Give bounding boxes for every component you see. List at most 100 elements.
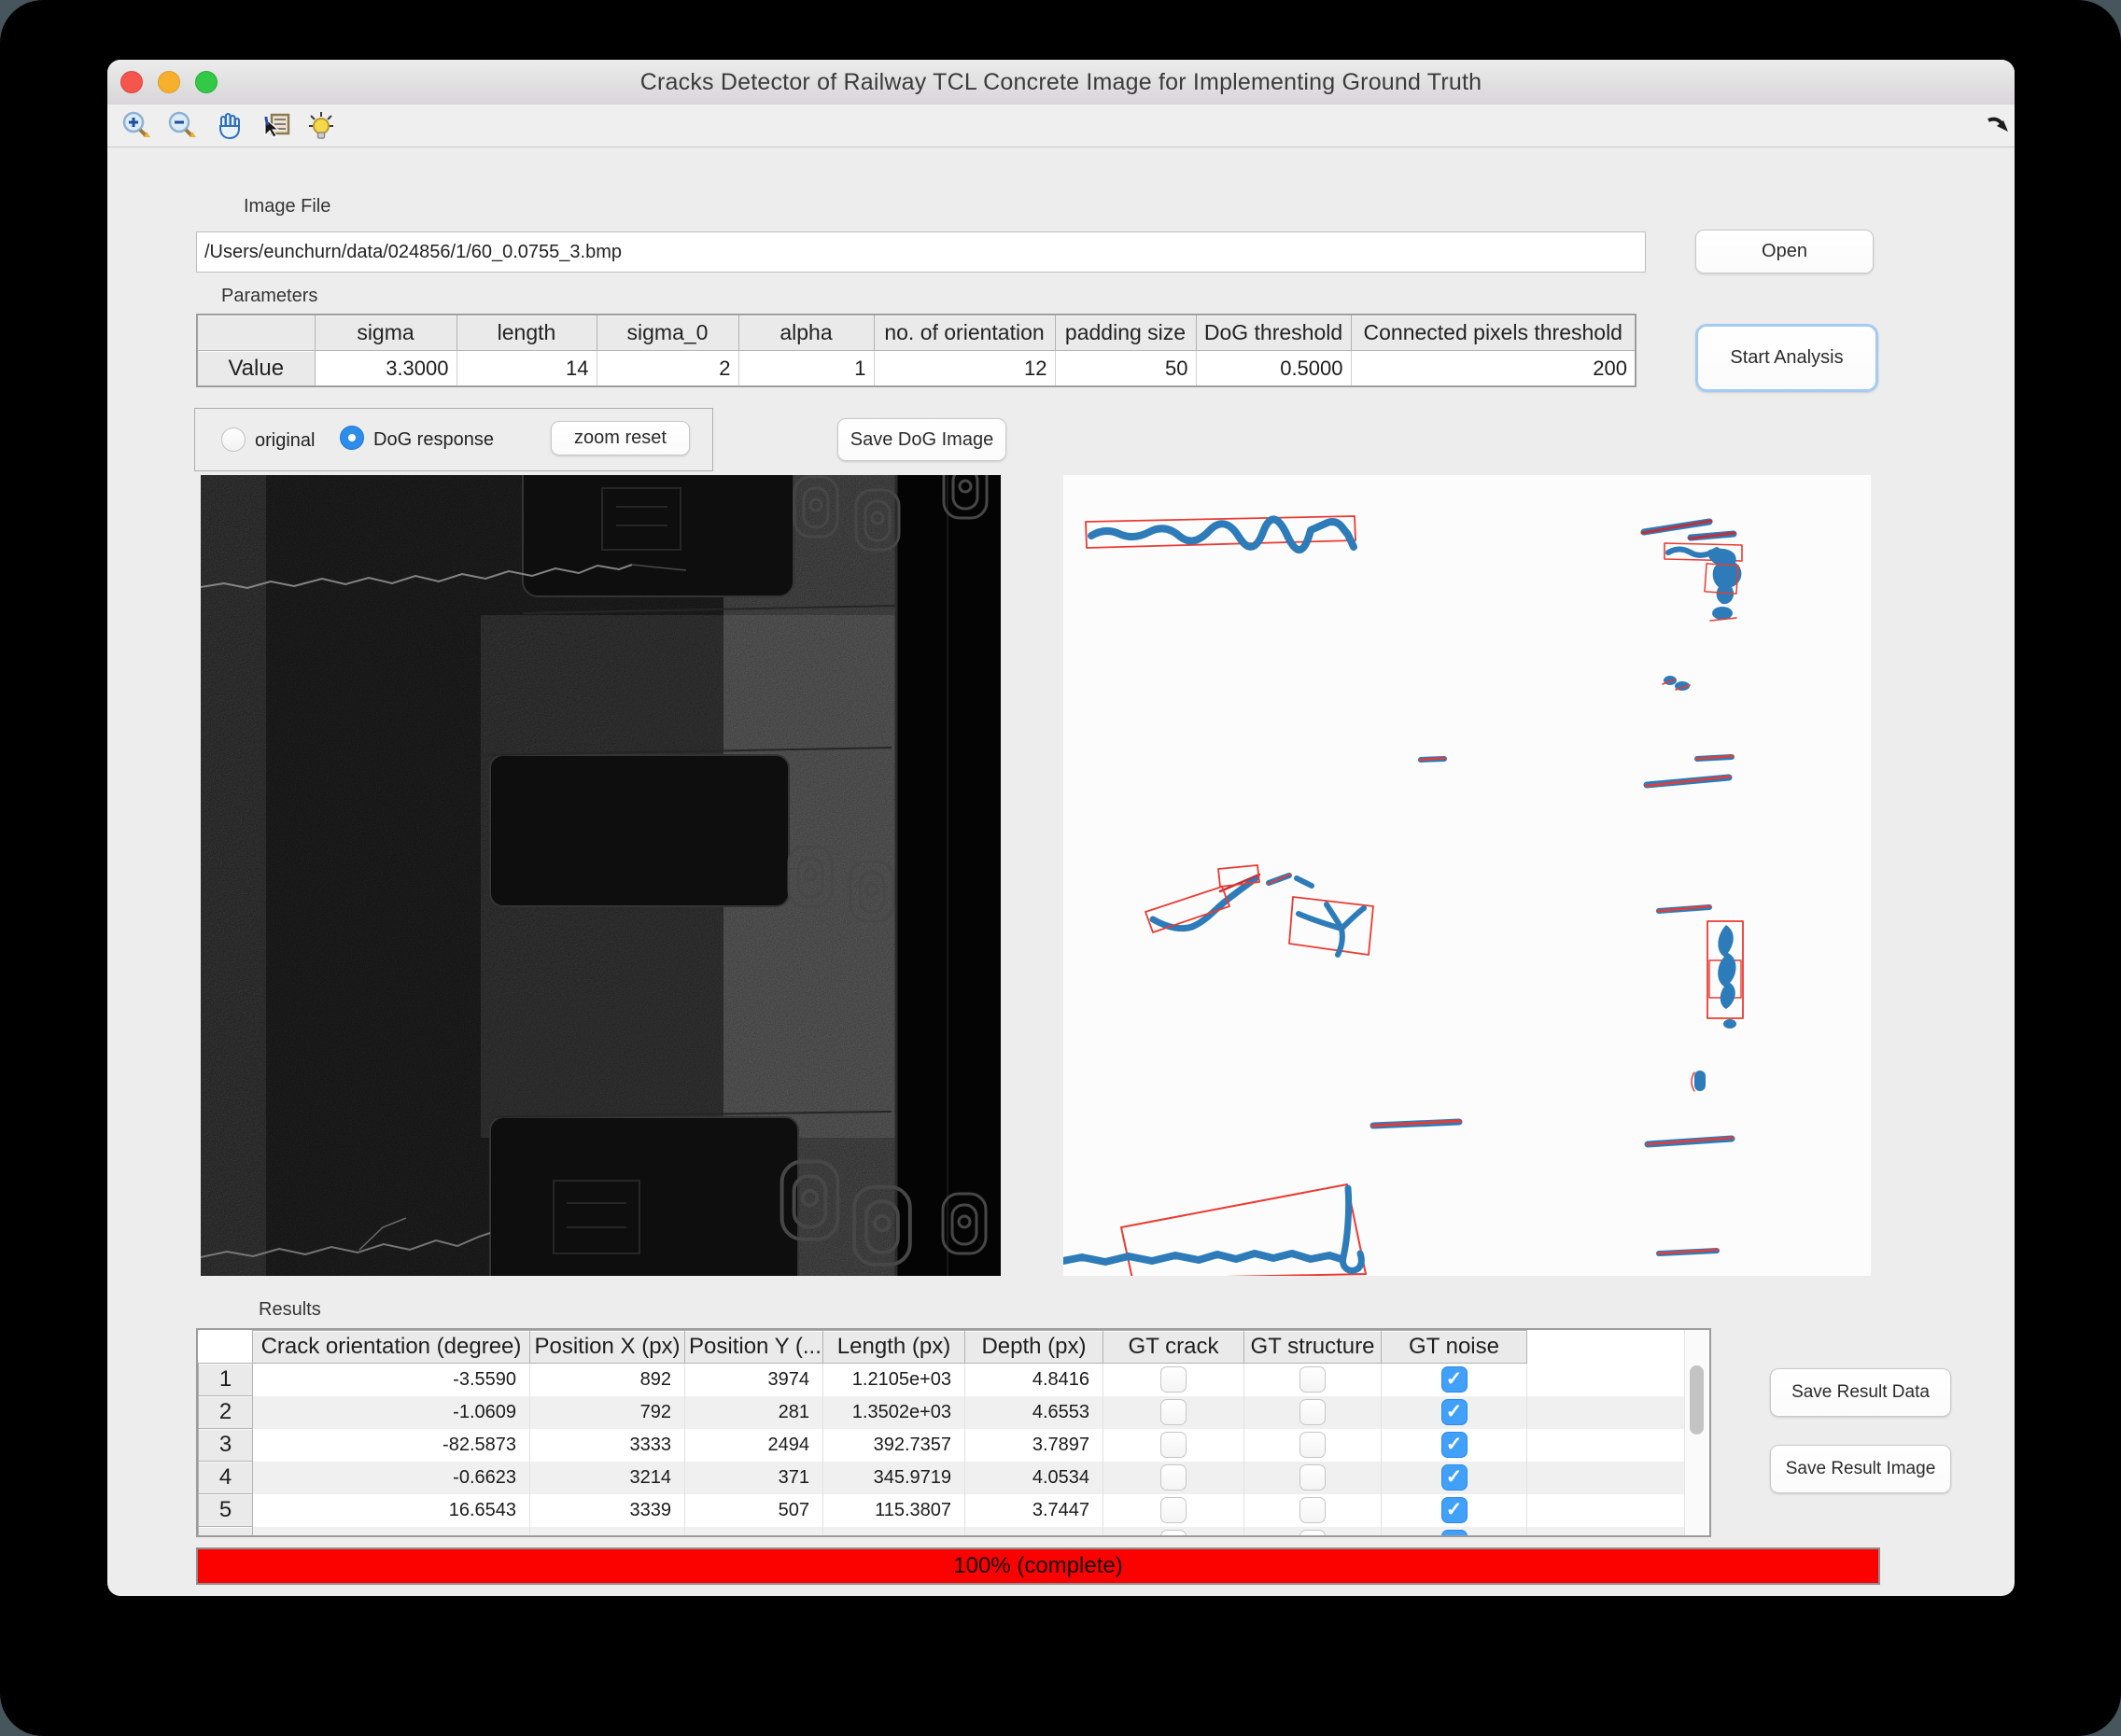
cell-pos-x: 3214: [530, 1462, 685, 1494]
window-title: Cracks Detector of Railway TCL Concrete …: [640, 69, 1482, 96]
param-value-connected[interactable]: 200: [1351, 351, 1636, 387]
cell-length: 115.3807: [823, 1494, 965, 1527]
gt-noise-checkbox[interactable]: [1441, 1530, 1468, 1537]
param-col-orientation: no. of orientation: [874, 315, 1055, 351]
results-table: Crack orientation (degree) Position X (p…: [196, 1328, 1711, 1537]
param-col-length: length: [457, 315, 597, 351]
cell-pos-y: 507: [685, 1494, 823, 1527]
table-row: 2 -1.0609 792 281 1.3502e+03 4.6553: [199, 1396, 1686, 1429]
gt-crack-checkbox[interactable]: [1160, 1464, 1187, 1491]
cell-orientation: -82.5873: [253, 1429, 530, 1462]
row-number: 4: [199, 1462, 253, 1494]
cell-orientation: -1.0609: [253, 1396, 530, 1429]
cell-depth: 4.6553: [965, 1396, 1103, 1429]
save-dog-image-button[interactable]: Save DoG Image: [837, 418, 1006, 461]
zoom-out-icon[interactable]: [165, 109, 199, 143]
gt-structure-checkbox[interactable]: [1299, 1497, 1326, 1523]
table-row: 4 -0.6623 3214 371 345.9719 4.0534: [199, 1462, 1686, 1494]
col-length: Length (px): [823, 1331, 965, 1364]
param-col-sigma: sigma: [315, 315, 457, 351]
param-value-padding[interactable]: 50: [1055, 351, 1196, 387]
param-col-sigma0: sigma_0: [597, 315, 738, 351]
save-result-data-button[interactable]: Save Result Data: [1770, 1368, 1951, 1417]
zoom-in-icon[interactable]: [119, 109, 153, 143]
data-cursor-icon[interactable]: [260, 109, 293, 143]
param-value-sigma[interactable]: 3.3000: [315, 351, 457, 387]
row-number: 5: [199, 1494, 253, 1527]
save-result-image-button[interactable]: Save Result Image: [1770, 1445, 1951, 1493]
results-label: Results: [259, 1299, 321, 1321]
zoom-reset-button[interactable]: zoom reset: [551, 421, 690, 455]
param-value-sigma0[interactable]: 2: [597, 351, 738, 387]
gt-crack-checkbox[interactable]: [1160, 1432, 1187, 1458]
start-analysis-button[interactable]: Start Analysis: [1695, 324, 1878, 392]
radio-original[interactable]: [221, 427, 246, 452]
traffic-lights: [120, 60, 218, 105]
param-row-header: Value: [197, 351, 315, 387]
parameters-table: sigma length sigma_0 alpha no. of orient…: [196, 314, 1636, 387]
open-button[interactable]: Open: [1695, 230, 1874, 273]
gt-structure-checkbox[interactable]: [1299, 1530, 1326, 1537]
gt-noise-checkbox[interactable]: [1441, 1432, 1468, 1458]
cell-depth: 4.0534: [965, 1462, 1103, 1494]
table-row: 5 16.6543 3339 507 115.3807 3.7447: [199, 1494, 1686, 1527]
dock-window-icon[interactable]: [1985, 113, 2015, 147]
results-corner-cell: [199, 1331, 253, 1364]
gt-noise-checkbox[interactable]: [1441, 1399, 1468, 1425]
detection-result-panel[interactable]: [1063, 475, 1871, 1276]
cell-pos-y: 371: [685, 1462, 823, 1494]
cell-length: 1.3502e+03: [823, 1396, 965, 1429]
gt-crack-checkbox[interactable]: [1160, 1530, 1187, 1537]
gt-noise-checkbox[interactable]: [1441, 1366, 1468, 1393]
app-window: Cracks Detector of Railway TCL Concrete …: [107, 60, 2015, 1596]
image-file-label: Image File: [244, 196, 330, 217]
radio-dog-response[interactable]: [340, 426, 364, 450]
param-col-padding: padding size: [1055, 315, 1196, 351]
param-value-dog-threshold[interactable]: 0.5000: [1196, 351, 1351, 387]
gt-crack-checkbox[interactable]: [1160, 1497, 1187, 1523]
param-value-orientation[interactable]: 12: [874, 351, 1055, 387]
dog-response-image-panel[interactable]: [201, 475, 1001, 1276]
minimize-button[interactable]: [158, 71, 180, 93]
col-position-x: Position X (px): [530, 1331, 685, 1364]
cell-length: 392.7357: [823, 1429, 965, 1462]
gt-crack-checkbox[interactable]: [1160, 1366, 1187, 1393]
cell-orientation: -3.5590: [253, 1364, 530, 1396]
progress-text: 100% (complete): [953, 1553, 1122, 1579]
cell-pos-y: 281: [685, 1396, 823, 1429]
cell-length: 345.9719: [823, 1462, 965, 1494]
param-col-alpha: alpha: [738, 315, 874, 351]
pan-hand-icon[interactable]: [213, 109, 246, 143]
col-depth: Depth (px): [965, 1331, 1103, 1364]
cell-orientation: -0.6623: [253, 1462, 530, 1494]
image-path-field[interactable]: [196, 231, 1646, 273]
maximize-button[interactable]: [195, 71, 218, 93]
cell-pos-x: 892: [530, 1364, 685, 1396]
param-corner-cell: [197, 315, 315, 351]
row-number: 1: [199, 1364, 253, 1396]
cell-pos-x: 792: [530, 1396, 685, 1429]
col-gt-crack: GT crack: [1103, 1331, 1244, 1364]
light-bulb-icon[interactable]: [304, 109, 338, 143]
gt-noise-checkbox[interactable]: [1441, 1464, 1468, 1491]
param-value-length[interactable]: 14: [457, 351, 597, 387]
gt-structure-checkbox[interactable]: [1299, 1399, 1326, 1425]
close-button[interactable]: [120, 71, 143, 93]
progress-bar: 100% (complete): [196, 1547, 1880, 1585]
gt-structure-checkbox[interactable]: [1299, 1432, 1326, 1458]
radio-dog-response-label: DoG response: [373, 429, 494, 451]
param-col-dog-threshold: DoG threshold: [1196, 315, 1351, 351]
figure-toolbar: [107, 105, 2015, 147]
results-scrollbar[interactable]: [1684, 1330, 1709, 1535]
col-gt-noise: GT noise: [1382, 1331, 1527, 1364]
gt-noise-checkbox[interactable]: [1441, 1497, 1468, 1523]
radio-original-label: original: [255, 430, 315, 452]
cell-pos-y: 3974: [685, 1364, 823, 1396]
gt-structure-checkbox[interactable]: [1299, 1464, 1326, 1491]
gt-crack-checkbox[interactable]: [1160, 1399, 1187, 1425]
cell-pos-x: 3339: [530, 1494, 685, 1527]
scrollbar-thumb[interactable]: [1690, 1365, 1704, 1435]
gt-structure-checkbox[interactable]: [1299, 1366, 1326, 1393]
param-value-alpha[interactable]: 1: [738, 351, 874, 387]
col-crack-orientation: Crack orientation (degree): [253, 1331, 530, 1364]
